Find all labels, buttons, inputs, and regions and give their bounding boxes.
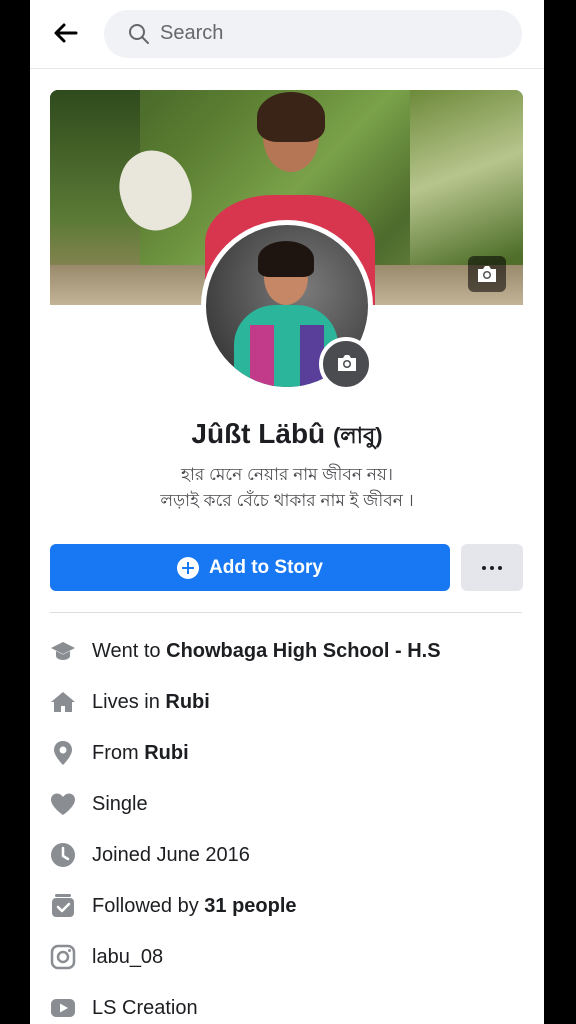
detail-instagram[interactable]: labu_08 [50,937,530,977]
detail-text: Single [92,792,148,815]
detail-followers[interactable]: Followed by 31 people [50,886,530,926]
search-placeholder: Search [160,22,224,44]
detail-text: Lives in [92,690,166,713]
detail-text[interactable]: labu_08 [92,946,163,968]
graduation-cap-icon [50,638,76,664]
profile-name-main: Jûßt Läbû [191,418,326,449]
detail-from[interactable]: From Rubi [50,733,530,773]
youtube-icon [50,995,76,1021]
back-arrow-icon[interactable] [52,20,78,46]
clock-icon [50,842,76,868]
detail-text: From [92,741,145,764]
detail-bold[interactable]: 31 people [204,895,296,917]
more-options-button[interactable] [461,544,523,591]
plus-circle-icon [177,556,199,579]
cover-camera-icon[interactable] [468,256,506,292]
top-bar: Search [30,0,544,69]
detail-bold[interactable]: Chowbaga High School - H.S [166,640,440,662]
bio-line-1: হার মেনে নেয়ার নাম জীবন নয়। [181,465,393,484]
profile-bio: হার মেনে নেয়ার নাম জীবন নয়। লড়াই করে … [30,462,544,514]
detail-education[interactable]: Went to Chowbaga High School - H.S [50,631,530,671]
divider [50,612,522,613]
location-pin-icon [50,740,76,766]
detail-bold[interactable]: Rubi [144,742,188,764]
detail-text: Followed by [92,894,205,917]
more-dots-icon [482,565,486,570]
heart-icon [50,791,76,817]
detail-relationship: Single [50,784,530,824]
add-to-story-label: Add to Story [209,556,323,578]
followers-icon [50,893,76,919]
profile-name: Jûßt Läbû (লাবু) [30,418,544,456]
detail-text[interactable]: LS Creation [92,997,198,1019]
bio-line-2: লড়াই করে বেঁচে থাকার নাম ই জীবন । [160,491,414,510]
profile-name-suffix: (লাবু) [332,423,383,448]
detail-text: Went to [92,639,167,662]
detail-text: Joined June 2016 [92,843,250,866]
detail-youtube[interactable]: LS Creation [50,988,530,1024]
search-icon [128,23,150,45]
detail-lives-in[interactable]: Lives in Rubi [50,682,530,722]
search-bar[interactable]: Search [104,10,522,58]
home-icon [50,689,76,715]
profile-screen: Search Jûßt Läbû (লাবু) হার মেনে নেয়ার … [30,0,544,1024]
instagram-icon [50,944,76,970]
add-to-story-button[interactable]: Add to Story [50,544,450,591]
profile-camera-icon[interactable] [319,337,373,391]
detail-joined: Joined June 2016 [50,835,530,875]
detail-bold[interactable]: Rubi [165,691,209,713]
